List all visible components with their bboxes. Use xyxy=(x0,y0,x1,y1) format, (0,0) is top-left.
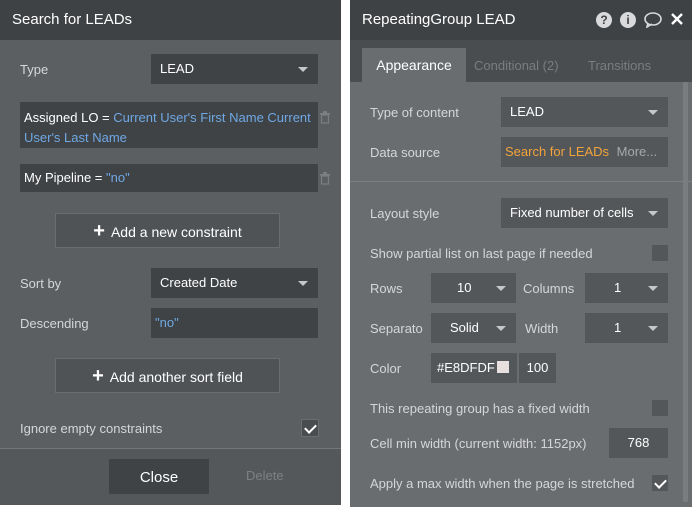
partial-list-checkbox[interactable] xyxy=(651,244,669,262)
width-label: Width xyxy=(525,321,559,336)
tab-appearance-label: Appearance xyxy=(376,57,452,73)
chevron-down-icon xyxy=(496,326,506,331)
add-sort-field-label: Add another sort field xyxy=(109,369,243,385)
tab-appearance[interactable]: Appearance xyxy=(362,48,466,82)
color-swatch[interactable] xyxy=(497,361,509,373)
separator-value: Solid xyxy=(450,320,479,335)
descending-field[interactable]: "no" xyxy=(151,308,318,338)
cell-min-width-field[interactable]: 768 xyxy=(609,428,668,458)
close-button-label: Close xyxy=(139,469,179,486)
max-width-label: Apply a max width when the page is stret… xyxy=(370,476,635,491)
type-dropdown[interactable]: LEAD xyxy=(151,54,318,84)
constraint-field: Assigned LO = xyxy=(24,110,114,125)
layout-style-value: Fixed number of cells xyxy=(510,205,634,220)
search-panel-title: Search for LEADs xyxy=(0,0,341,40)
add-constraint-button[interactable]: + Add a new constraint xyxy=(55,213,280,248)
constraint-row[interactable]: My Pipeline = "no" xyxy=(20,164,318,192)
sort-by-dropdown[interactable]: Created Date xyxy=(151,268,318,298)
color-opacity-field[interactable]: 100 xyxy=(519,353,556,383)
sort-by-value: Created Date xyxy=(160,275,238,290)
color-hex-value: #E8DFDF xyxy=(437,360,495,375)
columns-value: 1 xyxy=(614,280,622,295)
cell-min-width-value: 768 xyxy=(627,435,650,450)
comment-icon[interactable] xyxy=(644,12,662,29)
chevron-down-icon xyxy=(648,286,658,291)
max-width-checkbox[interactable] xyxy=(651,474,669,492)
columns-label: Columns xyxy=(523,281,575,296)
type-dropdown-value: LEAD xyxy=(160,61,194,76)
tab-conditional[interactable]: Conditional (2) xyxy=(474,58,559,73)
section-divider xyxy=(350,181,692,182)
plus-icon: + xyxy=(92,365,104,387)
constraint-value[interactable]: "no" xyxy=(106,170,130,185)
rows-label: Rows xyxy=(370,281,403,296)
type-of-content-label: Type of content xyxy=(370,105,459,120)
chevron-down-icon xyxy=(648,211,658,216)
data-source-label: Data source xyxy=(370,145,441,160)
help-icon[interactable]: ? xyxy=(596,12,612,28)
ignore-empty-checkbox[interactable] xyxy=(301,419,319,437)
tab-transitions[interactable]: Transitions xyxy=(588,58,651,73)
search-editor-panel: Search for LEADs Type LEAD Assigned LO =… xyxy=(0,0,341,505)
data-source-field[interactable]: Search for LEADs More... xyxy=(501,137,668,167)
width-value: 1 xyxy=(614,320,622,335)
ignore-empty-label: Ignore empty constraints xyxy=(20,421,163,436)
width-dropdown[interactable]: 1 xyxy=(585,313,668,343)
add-constraint-label: Add a new constraint xyxy=(110,224,242,240)
editor-canvas xyxy=(340,0,350,507)
rows-dropdown[interactable]: 10 xyxy=(431,273,516,303)
separator-label: Separato xyxy=(370,321,423,336)
data-source-value[interactable]: Search for LEADs xyxy=(505,144,609,159)
chevron-down-icon xyxy=(648,110,658,115)
chevron-down-icon xyxy=(496,286,506,291)
color-label: Color xyxy=(370,361,402,376)
rows-value: 10 xyxy=(457,280,472,295)
fixed-width-label: This repeating group has a fixed width xyxy=(370,401,590,416)
type-of-content-dropdown[interactable]: LEAD xyxy=(501,97,668,127)
close-icon[interactable] xyxy=(670,12,684,26)
separator-dropdown[interactable]: Solid xyxy=(431,313,516,343)
trash-icon[interactable] xyxy=(319,171,331,188)
info-icon[interactable]: i xyxy=(620,12,636,28)
chevron-down-icon xyxy=(648,326,658,331)
columns-dropdown[interactable]: 1 xyxy=(585,273,668,303)
color-opacity-value: 100 xyxy=(526,360,549,375)
close-button[interactable]: Close xyxy=(109,459,209,494)
descending-value: "no" xyxy=(155,315,179,330)
layout-style-label: Layout style xyxy=(370,206,440,221)
data-source-more[interactable]: More... xyxy=(617,144,657,159)
delete-button[interactable]: Delete xyxy=(246,468,284,483)
partial-list-label: Show partial list on last page if needed xyxy=(370,246,593,261)
scrollbar[interactable] xyxy=(683,82,688,502)
plus-icon: + xyxy=(93,220,105,242)
fixed-width-checkbox[interactable] xyxy=(651,399,669,417)
type-label: Type xyxy=(20,62,49,77)
repeating-group-property-editor: RepeatingGroup LEAD ? i Appearance Condi… xyxy=(350,0,692,507)
descending-label: Descending xyxy=(20,316,89,331)
constraint-field: My Pipeline = xyxy=(24,170,107,185)
cell-min-width-label: Cell min width (current width: 1152px) xyxy=(370,436,587,451)
constraint-row[interactable]: Assigned LO = Current User's First Name … xyxy=(20,102,318,148)
chevron-down-icon xyxy=(298,281,308,286)
property-editor-title: RepeatingGroup LEAD xyxy=(350,0,692,40)
sort-by-label: Sort by xyxy=(20,276,62,291)
chevron-down-icon xyxy=(298,67,308,72)
trash-icon[interactable] xyxy=(319,110,331,127)
add-sort-field-button[interactable]: + Add another sort field xyxy=(55,358,280,393)
layout-style-dropdown[interactable]: Fixed number of cells xyxy=(501,198,668,228)
type-of-content-value: LEAD xyxy=(510,104,544,119)
